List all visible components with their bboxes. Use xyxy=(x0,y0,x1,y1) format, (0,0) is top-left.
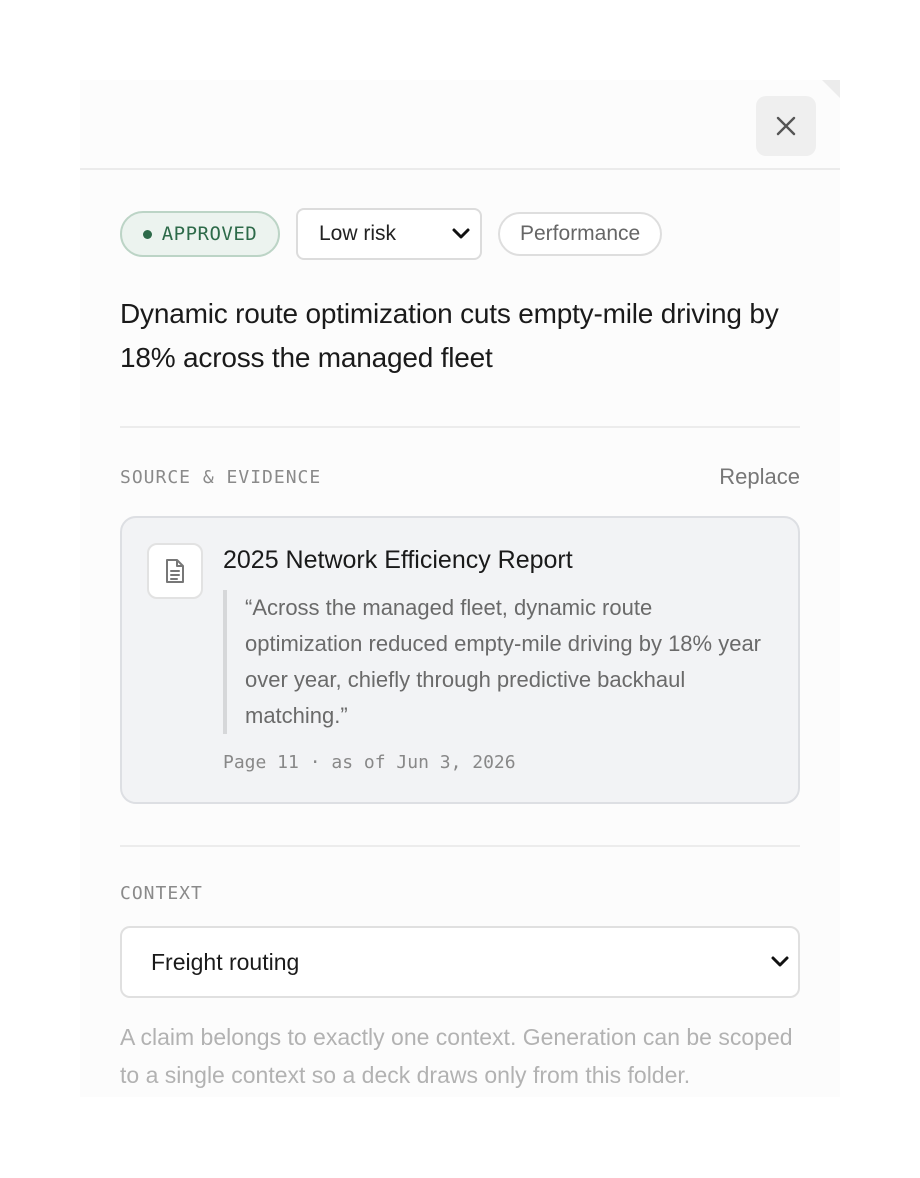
claim-meta-row: APPROVED Low risk Performance xyxy=(120,208,800,260)
source-meta: Page 11 · as of Jun 3, 2026 xyxy=(223,752,516,773)
claim-detail-panel: APPROVED Low risk Performance Dynamic ro… xyxy=(80,80,840,1097)
divider xyxy=(120,426,800,428)
document-icon xyxy=(147,543,203,599)
risk-level-value: Low risk xyxy=(319,222,397,245)
panel-header xyxy=(80,80,840,170)
context-section-label: CONTEXT xyxy=(120,883,203,904)
source-title: 2025 Network Efficiency Report xyxy=(223,546,573,574)
status-dot-icon xyxy=(142,229,152,239)
source-section-header: SOURCE & EVIDENCE Replace xyxy=(120,464,800,490)
claim-title: Dynamic route optimization cuts empty-mi… xyxy=(120,298,779,373)
source-card: 2025 Network Efficiency Report “Across t… xyxy=(120,516,800,804)
source-section-label: SOURCE & EVIDENCE xyxy=(120,466,322,488)
chevron-down-icon xyxy=(771,956,789,967)
divider xyxy=(120,845,800,847)
close-icon xyxy=(776,116,796,136)
panel-content: APPROVED Low risk Performance Dynamic ro… xyxy=(120,208,800,1094)
close-button[interactable] xyxy=(756,96,816,156)
replace-source-link[interactable]: Replace xyxy=(719,464,800,490)
context-value: Freight routing xyxy=(151,948,300,975)
category-label: Performance xyxy=(520,222,641,245)
source-quote: “Across the managed fleet, dynamic route… xyxy=(223,590,771,734)
risk-level-select[interactable]: Low risk xyxy=(296,208,482,260)
status-label: APPROVED xyxy=(161,223,258,245)
context-helper-text: A claim belongs to exactly one context. … xyxy=(120,1024,793,1088)
chevron-down-icon xyxy=(452,228,470,239)
status-badge: APPROVED xyxy=(120,211,280,257)
category-tag: Performance xyxy=(498,212,663,256)
context-select[interactable]: Freight routing xyxy=(120,926,800,998)
